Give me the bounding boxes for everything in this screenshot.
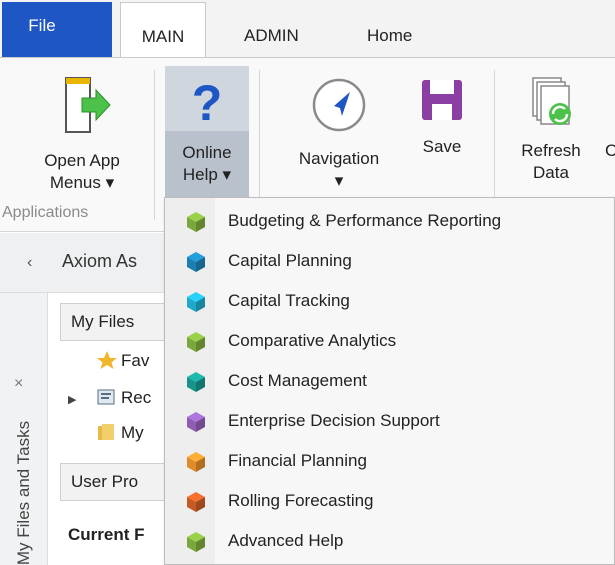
menu-item[interactable]: Financial Planning (166, 442, 614, 482)
navigation-dropdown-icon: ▾ (334, 171, 344, 190)
folder-icon (98, 424, 114, 440)
svg-text:?: ? (192, 76, 223, 126)
save-disk-icon (422, 80, 462, 120)
tab-home[interactable]: Home (367, 2, 412, 57)
left-panel: ‹ Axiom As × My Files and Tasks My Files… (0, 233, 170, 565)
close-icon[interactable]: × (14, 375, 23, 393)
cube-icon (187, 372, 205, 392)
collapse-chevron-icon[interactable]: ‹ (27, 254, 32, 272)
menu-item-label: Comparative Analytics (228, 331, 397, 350)
tab-file[interactable]: File (2, 2, 112, 57)
navigation-label: Navigation (298, 149, 380, 168)
menu-item[interactable]: Rolling Forecasting (166, 482, 614, 522)
ribbon-separator (154, 70, 155, 220)
group-label-applications: Applications (2, 204, 89, 221)
tree-item-recent[interactable]: Rec (96, 387, 151, 408)
navigation-compass-icon (312, 78, 366, 132)
navigation-button[interactable]: Navigation ▾ (280, 76, 398, 192)
my-files-and-tasks-vertical-tab[interactable]: × My Files and Tasks (0, 293, 48, 565)
panel-header: ‹ Axiom As (0, 233, 170, 293)
menu-item-label: Capital Planning (228, 251, 352, 270)
tab-admin[interactable]: ADMIN (244, 2, 299, 57)
tree-item-my-documents[interactable]: My (96, 422, 144, 443)
menu-item-label: Advanced Help (228, 531, 344, 550)
menu-item-label: Rolling Forecasting (228, 491, 374, 510)
open-app-menus-label-1: Open App (44, 151, 120, 170)
open-app-menus-button[interactable]: Open App Menus ▾ (18, 76, 146, 194)
menu-item[interactable]: Capital Tracking (166, 282, 614, 322)
cube-icon (187, 492, 205, 512)
tree-item-favorites[interactable]: Fav (96, 350, 149, 371)
menu-item[interactable]: Capital Planning (166, 242, 614, 282)
current-label: Current F (68, 525, 145, 544)
menu-item[interactable]: Budgeting & Performance Reporting (166, 202, 614, 242)
cube-icon (187, 252, 205, 272)
open-app-menus-label-2: Menus ▾ (49, 173, 115, 192)
save-button[interactable]: Save (404, 76, 480, 158)
online-help-dropdown-menu: Budgeting & Performance Reporting Capital… (164, 197, 615, 565)
cube-icon (187, 212, 205, 232)
tab-main[interactable]: MAIN (120, 2, 206, 58)
refresh-data-button[interactable]: Refresh Data (506, 76, 596, 184)
clipped-ribbon-button[interactable]: C (605, 140, 615, 162)
star-icon (97, 351, 117, 369)
menu-item[interactable]: Enterprise Decision Support (166, 402, 614, 442)
vertical-tab-label: My Files and Tasks (14, 420, 33, 565)
expand-arrow-icon[interactable]: ▶ (68, 393, 76, 406)
online-help-label-1: Online (182, 143, 232, 162)
my-files-section-button[interactable]: My Files (60, 303, 170, 341)
menu-item-label: Enterprise Decision Support (228, 411, 440, 430)
cube-icon (187, 332, 205, 352)
online-help-content[interactable]: ? Online Help ▾ (165, 76, 249, 186)
menu-item-label: Financial Planning (228, 451, 367, 470)
question-mark-icon: ? (192, 76, 223, 126)
menu-item-label: Cost Management (228, 371, 367, 390)
cube-icon (187, 412, 205, 432)
ribbon-tab-bar: File MAIN ADMIN Home (0, 0, 615, 58)
menu-item-label: Budgeting & Performance Reporting (228, 211, 502, 230)
cube-icon (187, 292, 205, 312)
user-profile-section-button[interactable]: User Pro (60, 463, 170, 501)
recent-files-icon (97, 389, 115, 405)
cube-icon (187, 532, 205, 552)
online-help-label-2: Help ▾ (182, 165, 232, 184)
cube-icon (187, 452, 205, 472)
save-label: Save (422, 137, 462, 156)
open-app-menus-icon (65, 77, 111, 133)
panel-title: Axiom As (62, 251, 138, 271)
refresh-label-1: Refresh (521, 141, 581, 160)
menu-item-label: Capital Tracking (228, 291, 350, 310)
refresh-label-2: Data (533, 163, 569, 182)
menu-item[interactable]: Cost Management (166, 362, 614, 402)
refresh-data-icon (532, 77, 571, 125)
menu-item[interactable]: Comparative Analytics (166, 322, 614, 362)
menu-item[interactable]: Advanced Help (166, 522, 614, 562)
